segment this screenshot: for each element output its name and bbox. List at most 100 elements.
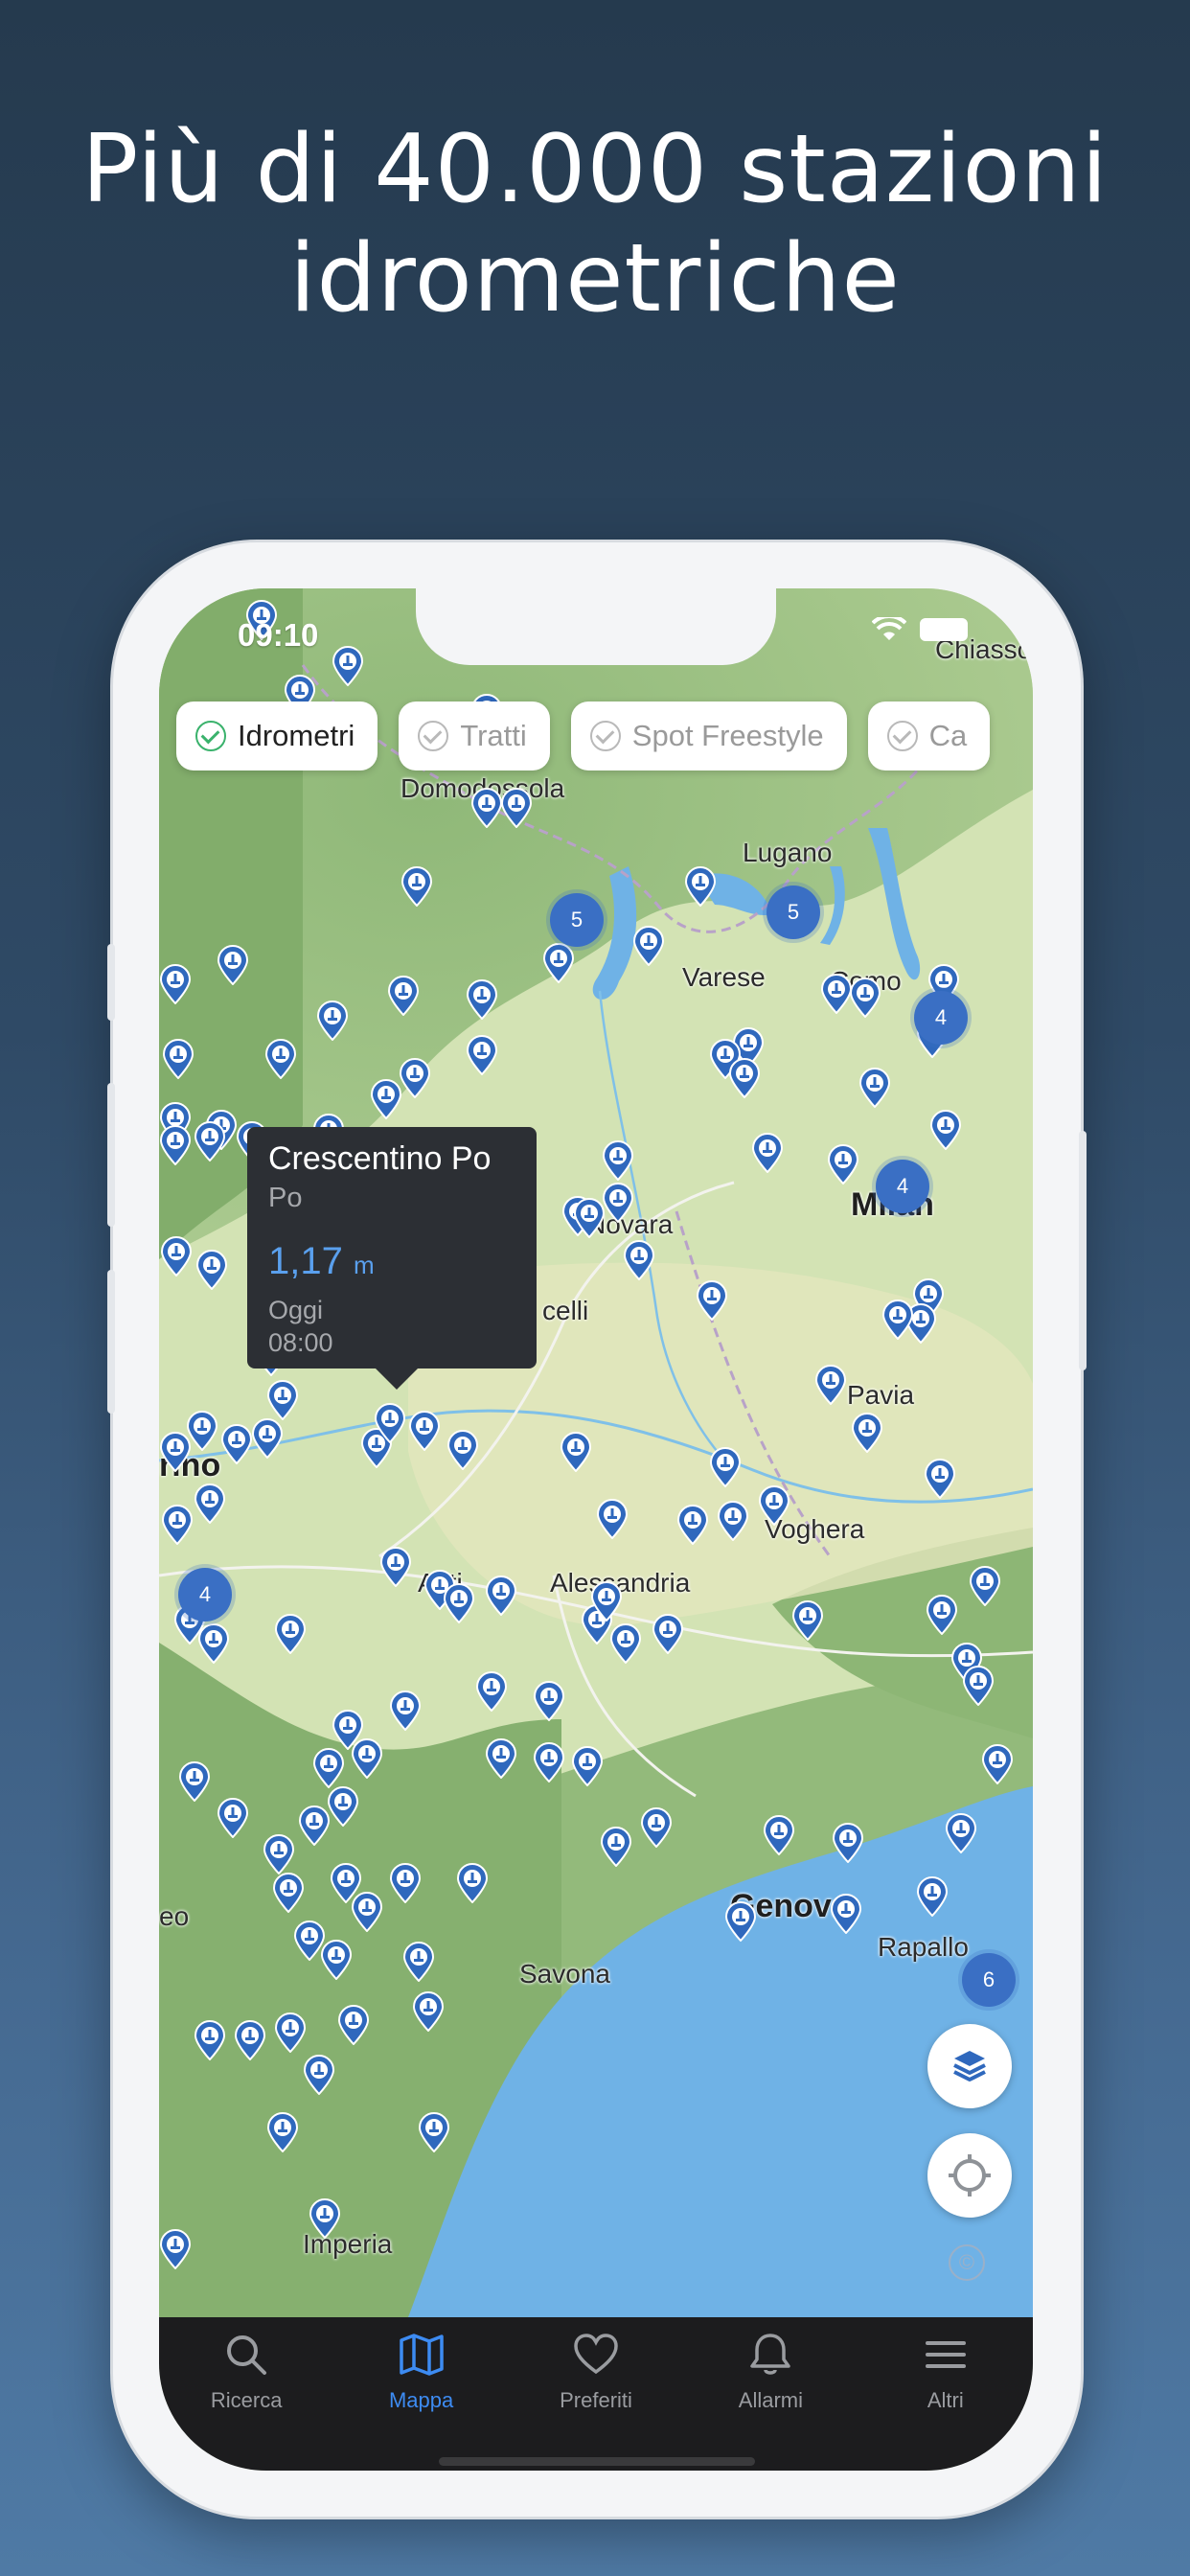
station-pin[interactable]: [351, 1738, 383, 1779]
station-pin[interactable]: [485, 1576, 517, 1616]
station-pin[interactable]: [590, 1581, 623, 1622]
station-pin[interactable]: [969, 1566, 1001, 1606]
station-pin[interactable]: [374, 1403, 406, 1443]
station-pin[interactable]: [303, 2055, 335, 2095]
station-pin[interactable]: [602, 1183, 634, 1223]
station-pin[interactable]: [924, 1459, 956, 1499]
cluster-marker[interactable]: 4: [178, 1568, 232, 1622]
station-pin[interactable]: [443, 1583, 475, 1623]
station-pin[interactable]: [533, 1742, 565, 1782]
station-pin[interactable]: [724, 1901, 757, 1942]
cluster-marker[interactable]: 5: [767, 886, 820, 939]
station-pin[interactable]: [609, 1623, 642, 1664]
station-pin[interactable]: [408, 1411, 441, 1451]
tab-preferiti[interactable]: Preferiti: [509, 2317, 683, 2471]
station-pin[interactable]: [676, 1505, 709, 1545]
station-pin[interactable]: [814, 1365, 847, 1405]
station-popup[interactable]: Crescentino Po Po 1,17 m Oggi 08:00: [247, 1127, 537, 1390]
locate-button[interactable]: [927, 2133, 1012, 2218]
station-pin[interactable]: [475, 1671, 508, 1712]
station-pin[interactable]: [962, 1666, 995, 1706]
station-pin[interactable]: [217, 1798, 249, 1838]
station-pin[interactable]: [159, 1125, 192, 1165]
station-pin[interactable]: [316, 1000, 349, 1041]
station-pin[interactable]: [195, 1250, 228, 1290]
station-pin[interactable]: [194, 1484, 226, 1524]
layers-button[interactable]: [927, 2024, 1012, 2108]
station-pin[interactable]: [470, 788, 503, 828]
station-pin[interactable]: [251, 1418, 284, 1459]
station-pin[interactable]: [533, 1681, 565, 1721]
station-pin[interactable]: [832, 1823, 864, 1863]
station-pin[interactable]: [162, 1039, 195, 1079]
station-pin[interactable]: [640, 1807, 673, 1848]
station-pin[interactable]: [266, 2112, 299, 2152]
station-pin[interactable]: [320, 1940, 353, 1980]
station-pin[interactable]: [981, 1744, 1014, 1784]
tab-altri[interactable]: Altri: [858, 2317, 1033, 2471]
station-pin[interactable]: [751, 1133, 784, 1173]
station-pin[interactable]: [446, 1430, 479, 1470]
station-pin[interactable]: [159, 2229, 192, 2269]
station-pin[interactable]: [820, 974, 853, 1014]
station-pin[interactable]: [160, 1236, 193, 1276]
station-pin[interactable]: [387, 976, 420, 1016]
station-pin[interactable]: [600, 1827, 632, 1867]
station-pin[interactable]: [370, 1079, 402, 1119]
cluster-marker[interactable]: 4: [914, 991, 968, 1045]
station-pin[interactable]: [830, 1894, 862, 1934]
station-pin[interactable]: [827, 1144, 859, 1184]
station-pin[interactable]: [220, 1424, 253, 1464]
attribution-icon[interactable]: ©: [949, 2244, 985, 2281]
station-pin[interactable]: [272, 1873, 305, 1913]
station-pin[interactable]: [623, 1240, 655, 1280]
station-pin[interactable]: [298, 1806, 331, 1846]
station-pin[interactable]: [632, 926, 665, 966]
station-pin[interactable]: [466, 979, 498, 1020]
station-pin[interactable]: [194, 1121, 226, 1162]
station-pin[interactable]: [274, 2012, 307, 2053]
station-pin[interactable]: [652, 1614, 684, 1654]
tab-ricerca[interactable]: Ricerca: [159, 2317, 333, 2471]
station-pin[interactable]: [309, 2198, 341, 2239]
station-pin[interactable]: [402, 1942, 435, 1982]
station-pin[interactable]: [312, 1748, 345, 1788]
station-pin[interactable]: [926, 1595, 958, 1635]
station-pin[interactable]: [194, 2020, 226, 2060]
chip-idrometri[interactable]: Idrometri: [176, 702, 378, 770]
station-pin[interactable]: [263, 1834, 295, 1874]
cluster-marker[interactable]: 4: [876, 1160, 929, 1213]
station-pin[interactable]: [858, 1068, 891, 1108]
station-pin[interactable]: [456, 1863, 489, 1903]
station-pin[interactable]: [542, 943, 575, 983]
station-pin[interactable]: [881, 1300, 914, 1340]
station-pin[interactable]: [337, 2005, 370, 2045]
station-pin[interactable]: [264, 1039, 297, 1079]
station-pin[interactable]: [274, 1614, 307, 1654]
station-pin[interactable]: [159, 964, 192, 1004]
station-pin[interactable]: [400, 866, 433, 907]
station-pin[interactable]: [849, 978, 881, 1018]
station-pin[interactable]: [758, 1485, 790, 1526]
station-pin[interactable]: [266, 1380, 299, 1420]
station-pin[interactable]: [197, 1623, 230, 1664]
station-pin[interactable]: [709, 1447, 742, 1487]
station-pin[interactable]: [728, 1058, 761, 1098]
station-pin[interactable]: [351, 1892, 383, 1932]
station-pin[interactable]: [763, 1815, 795, 1855]
station-pin[interactable]: [466, 1035, 498, 1075]
station-pin[interactable]: [571, 1746, 604, 1786]
station-pin[interactable]: [851, 1413, 883, 1453]
station-pin[interactable]: [929, 1110, 962, 1150]
station-pin[interactable]: [217, 945, 249, 985]
cluster-marker[interactable]: 6: [962, 1953, 1016, 2007]
station-pin[interactable]: [418, 2112, 450, 2152]
map-view[interactable]: Domodossola Lugano Varese Como Novara Mi…: [159, 588, 1033, 2317]
station-pin[interactable]: [573, 1198, 606, 1238]
home-indicator[interactable]: [439, 2457, 755, 2466]
station-pin[interactable]: [791, 1600, 824, 1641]
station-pin[interactable]: [379, 1547, 412, 1587]
station-pin[interactable]: [159, 1432, 192, 1472]
station-pin[interactable]: [717, 1501, 749, 1541]
station-pin[interactable]: [916, 1876, 949, 1917]
